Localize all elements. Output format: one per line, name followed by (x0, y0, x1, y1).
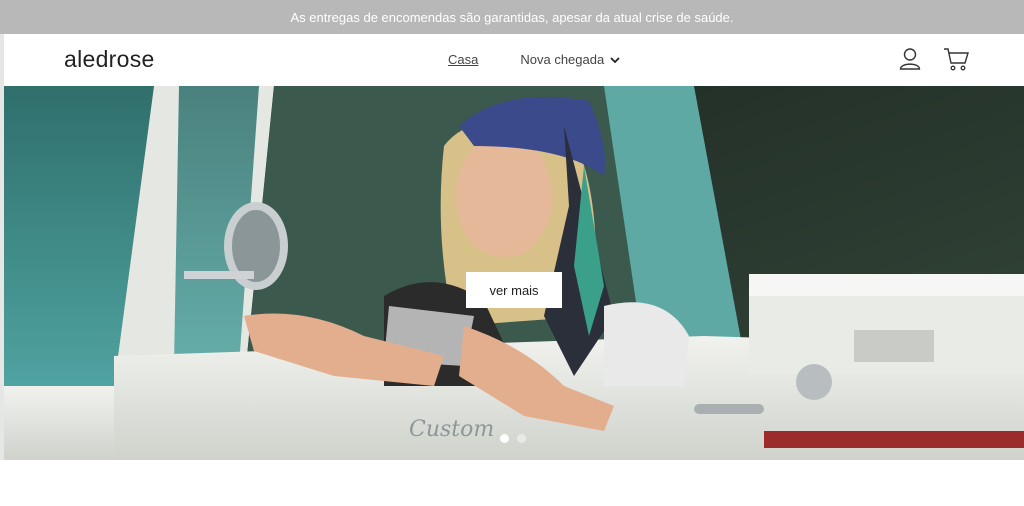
slide-dot-1[interactable] (500, 434, 509, 443)
hero-slider: Custom ver mais (4, 86, 1024, 460)
see-more-button[interactable]: ver mais (466, 272, 562, 308)
main-nav: Casa Nova chegada (448, 52, 620, 67)
chevron-down-icon (610, 56, 620, 63)
announcement-text: As entregas de encomendas são garantidas… (290, 9, 734, 25)
nav-new-arrival-dropdown[interactable]: Nova chegada (520, 52, 620, 67)
nav-new-arrival-label: Nova chegada (520, 52, 605, 67)
cart-icon[interactable] (942, 46, 970, 77)
user-icon[interactable] (897, 46, 923, 77)
svg-text:Custom: Custom (409, 417, 494, 442)
announcement-bar: As entregas de encomendas são garantidas… (0, 0, 1024, 34)
slide-dot-2[interactable] (517, 434, 526, 443)
site-logo[interactable]: aledrose (64, 46, 155, 73)
site-header: aledrose Casa Nova chegada (0, 34, 1024, 86)
nav-home-link[interactable]: Casa (448, 52, 478, 67)
slider-pagination (500, 434, 534, 443)
